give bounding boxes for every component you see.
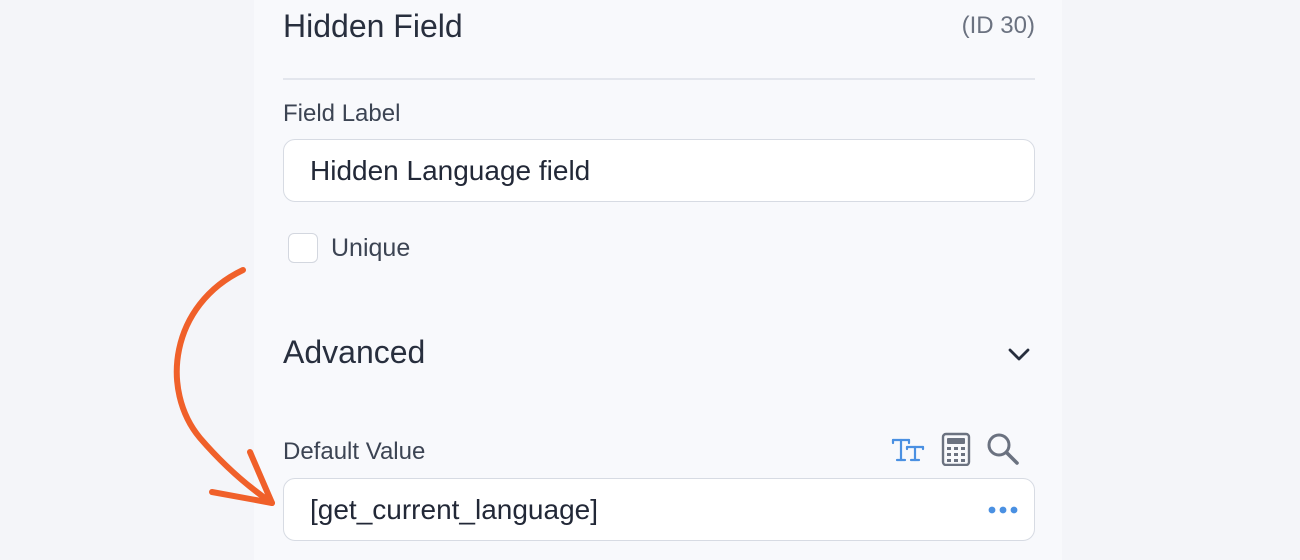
field-label-input[interactable]: Hidden Language field	[283, 139, 1035, 202]
field-header: Hidden Field (ID 30)	[283, 0, 1035, 80]
text-format-icon[interactable]	[891, 432, 925, 466]
advanced-section-title[interactable]: Advanced	[283, 334, 425, 371]
field-id-label: (ID 30)	[961, 12, 1035, 39]
unique-label: Unique	[331, 233, 411, 262]
unique-option[interactable]: Unique	[288, 233, 410, 263]
more-dots-icon[interactable]	[988, 503, 1018, 517]
unique-checkbox[interactable]	[288, 233, 318, 263]
field-label-heading: Field Label	[283, 100, 401, 127]
search-icon[interactable]	[986, 432, 1020, 466]
default-value-label: Default Value	[283, 438, 426, 465]
default-value-text: [get_current_language]	[310, 493, 598, 525]
chevron-down-icon[interactable]	[1006, 342, 1032, 368]
default-value-input[interactable]: [get_current_language]	[283, 478, 1035, 541]
calculator-icon[interactable]	[939, 432, 973, 466]
field-settings-panel	[254, 0, 1062, 560]
field-type-title: Hidden Field	[283, 8, 463, 44]
